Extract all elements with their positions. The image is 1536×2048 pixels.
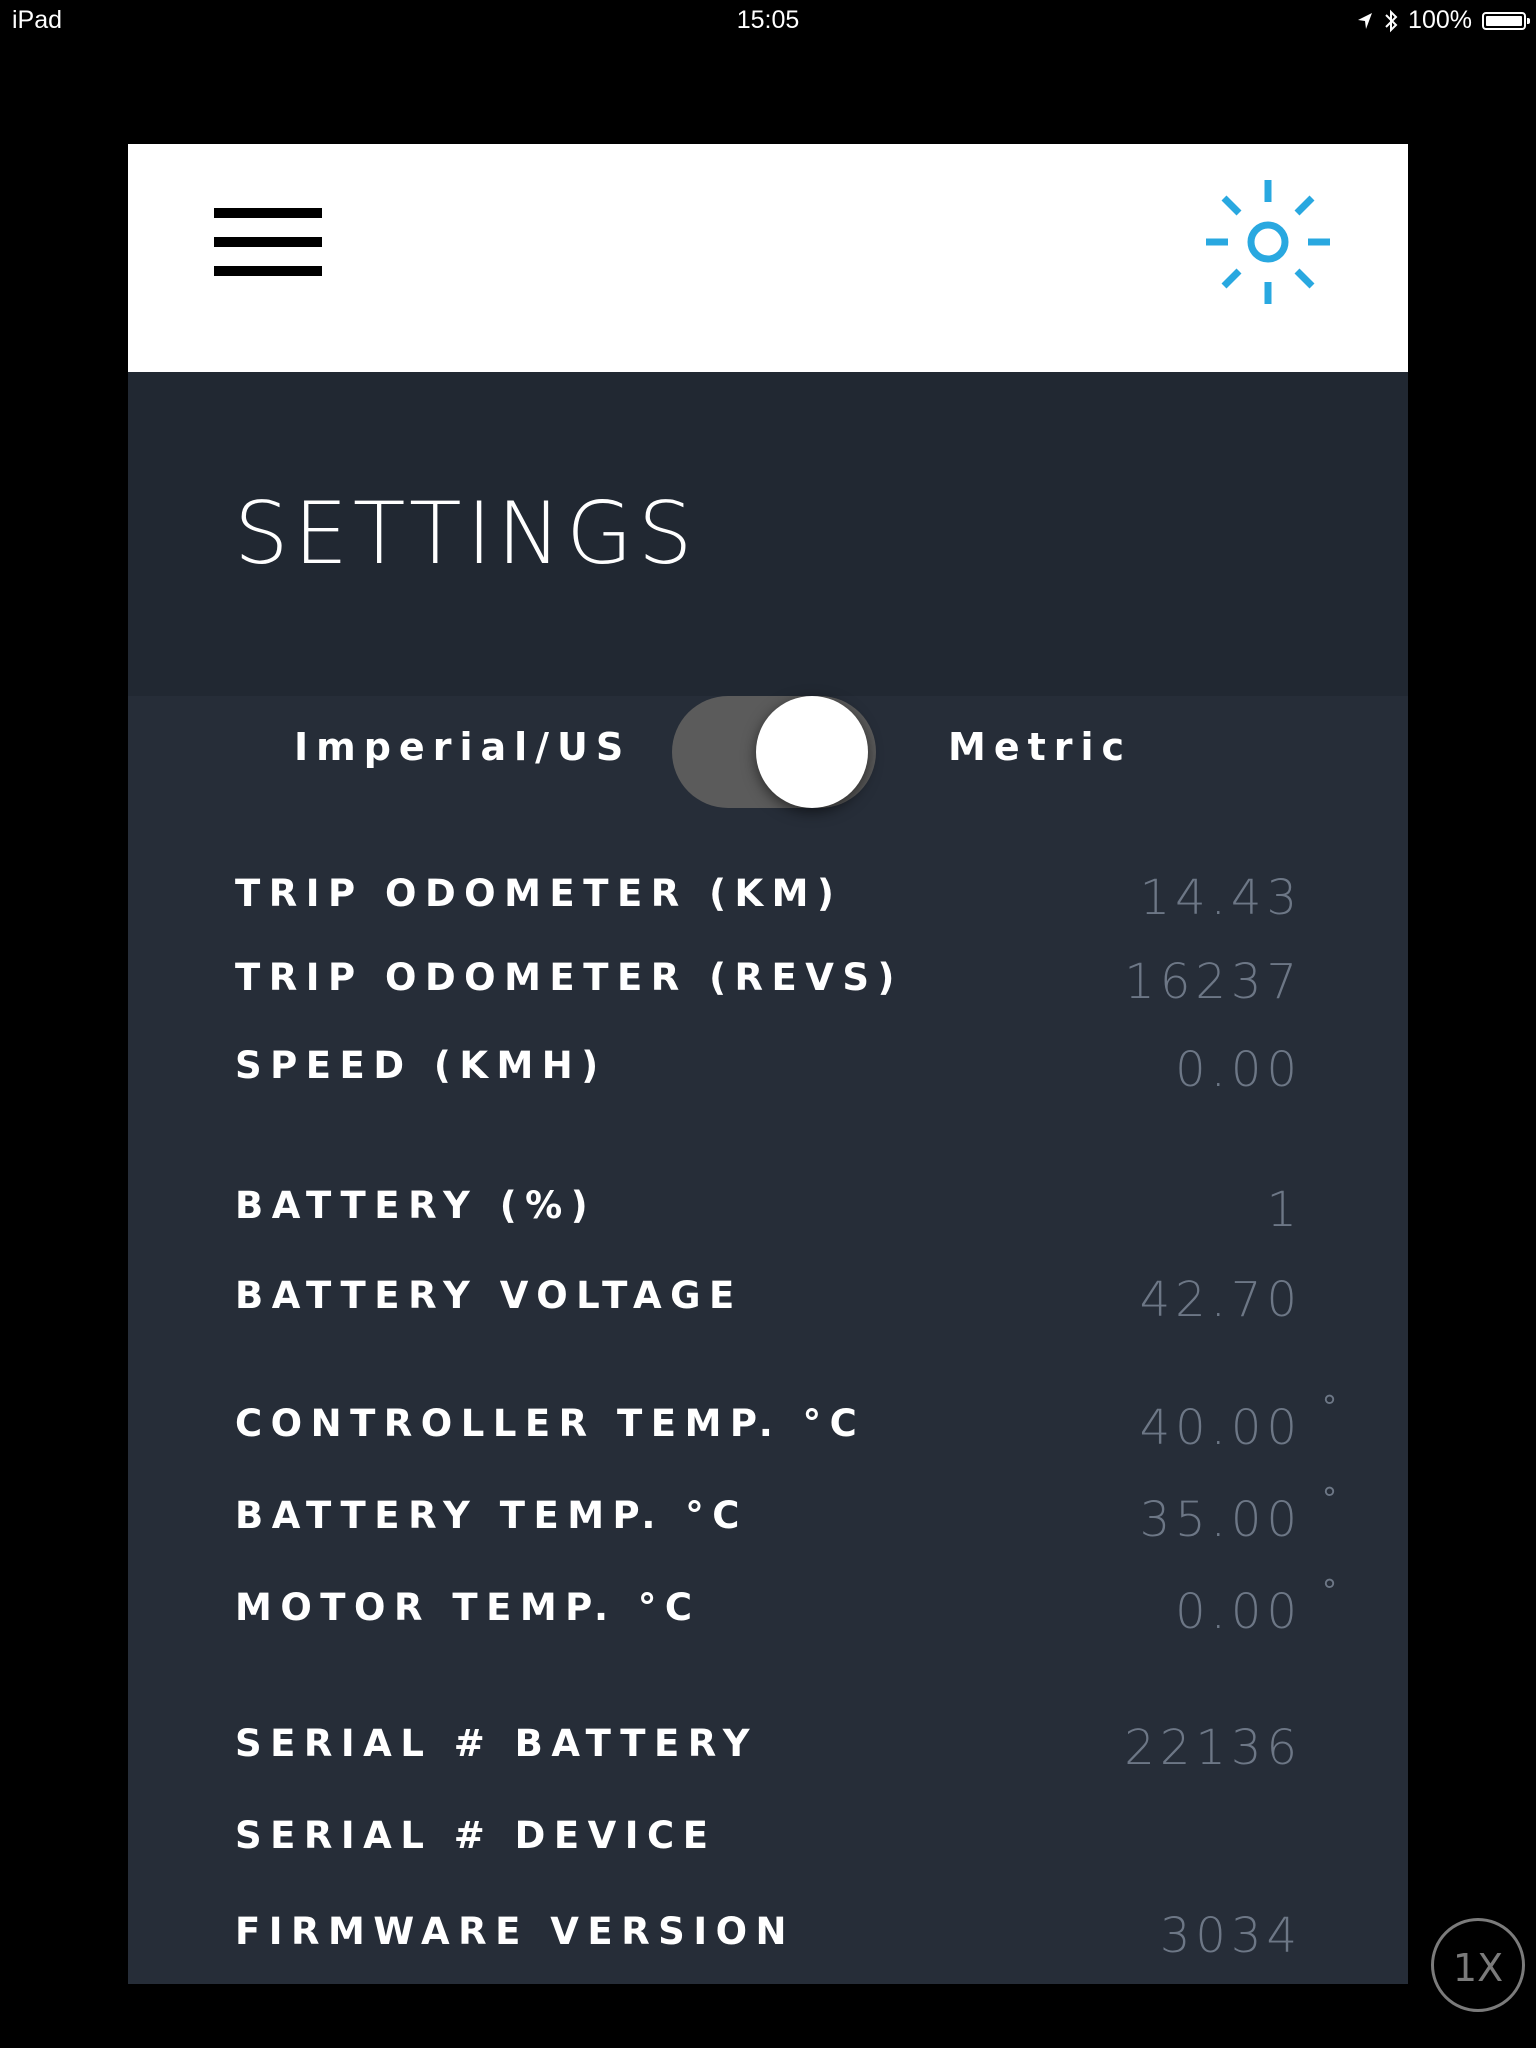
unit-toggle[interactable] <box>672 696 876 808</box>
row-controller-temp: CONTROLLER TEMP. °C 40.00 ° <box>128 1390 1408 1456</box>
unit-label-imperial[interactable]: Imperial/US <box>294 722 631 772</box>
row-value: 0.00 <box>1175 1584 1302 1640</box>
row-value: 22136 <box>1124 1720 1302 1776</box>
unit-label-metric[interactable]: Metric <box>948 722 1132 772</box>
location-arrow-icon <box>1358 12 1373 29</box>
row-value: 35.00 <box>1139 1492 1302 1548</box>
row-value: 3034 <box>1159 1908 1302 1964</box>
sun-icon[interactable] <box>1206 180 1330 304</box>
degree-symbol: ° <box>1322 1482 1337 1517</box>
row-label: SPEED (KMH) <box>235 1044 607 1087</box>
row-serial-device: SERIAL # DEVICE <box>128 1806 1408 1866</box>
row-value: 14.43 <box>1139 870 1302 926</box>
row-value: 40.00 <box>1139 1400 1302 1456</box>
battery-icon <box>1482 11 1530 30</box>
top-bar <box>128 144 1408 372</box>
page-title: SETTINGS <box>234 484 698 584</box>
page-header: SETTINGS <box>128 372 1408 696</box>
row-label: SERIAL # BATTERY <box>235 1722 758 1765</box>
zoom-badge[interactable]: 1X <box>1431 1918 1525 2012</box>
row-label: BATTERY VOLTAGE <box>235 1274 743 1317</box>
row-value: 0.00 <box>1175 1042 1302 1098</box>
row-label: BATTERY (%) <box>235 1184 597 1227</box>
row-label: FIRMWARE VERSION <box>235 1910 796 1953</box>
row-value: 42.70 <box>1139 1272 1302 1328</box>
row-label: BATTERY TEMP. °C <box>235 1494 748 1537</box>
row-label: SERIAL # DEVICE <box>235 1814 717 1857</box>
row-trip-odometer-revs: TRIP ODOMETER (REVS) 16237 <box>128 948 1408 1010</box>
row-value: 16237 <box>1124 954 1302 1010</box>
status-right: 100% <box>1356 6 1530 35</box>
row-value: 1 <box>1266 1182 1302 1238</box>
row-label: MOTOR TEMP. °C <box>235 1586 701 1629</box>
row-battery-temp: BATTERY TEMP. °C 35.00 ° <box>128 1482 1408 1548</box>
settings-screen: SETTINGS Imperial/US Metric TRIP ODOMETE… <box>128 144 1408 1984</box>
row-label: TRIP ODOMETER (KM) <box>235 872 843 915</box>
battery-percent: 100% <box>1408 6 1472 34</box>
row-firmware-version: FIRMWARE VERSION 3034 <box>128 1902 1408 1964</box>
status-bar: iPad 15:05 100% <box>0 0 1536 40</box>
hamburger-menu-icon[interactable] <box>214 208 322 276</box>
row-motor-temp: MOTOR TEMP. °C 0.00 ° <box>128 1574 1408 1640</box>
status-time: 15:05 <box>736 6 800 34</box>
toggle-knob[interactable] <box>756 696 868 808</box>
bluetooth-icon <box>1385 9 1398 32</box>
row-battery-percent: BATTERY (%) 1 <box>128 1176 1408 1238</box>
row-trip-odometer-km: TRIP ODOMETER (KM) 14.43 <box>128 864 1408 926</box>
degree-symbol: ° <box>1322 1574 1337 1609</box>
row-label: CONTROLLER TEMP. °C <box>235 1402 866 1445</box>
row-battery-voltage: BATTERY VOLTAGE 42.70 <box>128 1266 1408 1328</box>
row-label: TRIP ODOMETER (REVS) <box>235 956 903 999</box>
row-speed: SPEED (KMH) 0.00 <box>128 1036 1408 1098</box>
row-serial-battery: SERIAL # BATTERY 22136 <box>128 1714 1408 1776</box>
degree-symbol: ° <box>1322 1390 1337 1425</box>
